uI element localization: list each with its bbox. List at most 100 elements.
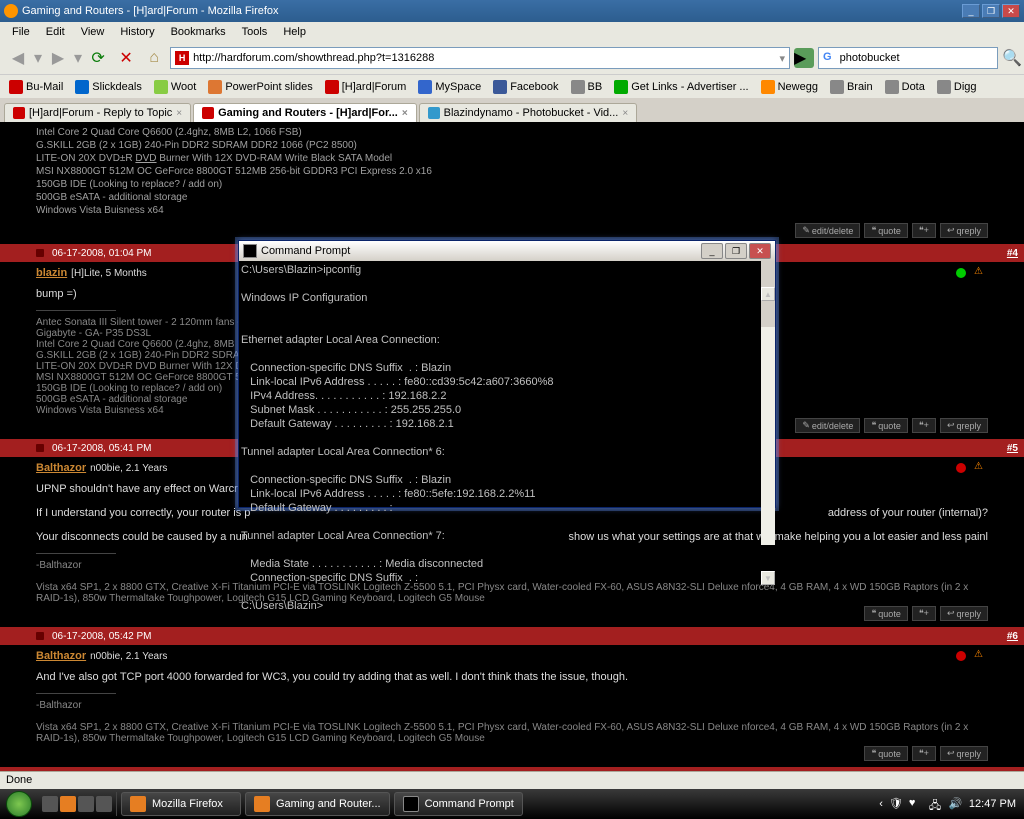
go-button[interactable]: ▶ (794, 48, 814, 68)
username-link[interactable]: Balthazor (36, 462, 86, 474)
cmd-close-button[interactable]: ✕ (749, 243, 771, 259)
post-number[interactable]: #5 (1007, 443, 1018, 454)
app-icon (254, 796, 270, 812)
menu-help[interactable]: Help (275, 26, 314, 38)
reload-button[interactable]: ⟳ (86, 46, 110, 70)
minimize-button[interactable]: _ (962, 4, 980, 18)
forward-button[interactable]: ▶ (46, 46, 70, 70)
tray-network-icon[interactable]: 🖧 (929, 797, 943, 811)
bookmark-woot[interactable]: Woot (149, 78, 201, 96)
bookmark-bumail[interactable]: Bu-Mail (4, 78, 68, 96)
back-button[interactable]: ◀ (6, 46, 30, 70)
taskbar-gaming[interactable]: Gaming and Router... (245, 792, 390, 816)
maximize-button[interactable]: ❐ (982, 4, 1000, 18)
status-bar: Done (0, 771, 1024, 789)
menu-bookmarks[interactable]: Bookmarks (163, 26, 234, 38)
report-icon[interactable]: ⚠ (974, 266, 988, 280)
cmd-titlebar[interactable]: Command Prompt _ ❐ ✕ (239, 241, 775, 261)
qreply-button[interactable]: ↩ qreply (940, 418, 988, 433)
tray-icon[interactable]: 🛡 (889, 797, 903, 811)
cmd-title-text: Command Prompt (261, 245, 699, 257)
bm-icon (418, 80, 432, 94)
bookmark-brain[interactable]: Brain (825, 78, 878, 96)
offline-icon (956, 651, 966, 661)
tab-close-icon[interactable]: × (622, 108, 628, 119)
back-dropdown-icon[interactable]: ▾ (34, 48, 42, 68)
bookmark-facebook[interactable]: Facebook (488, 78, 563, 96)
ql-icon[interactable] (42, 796, 58, 812)
menu-view[interactable]: View (73, 26, 113, 38)
cmd-minimize-button[interactable]: _ (701, 243, 723, 259)
edit-button[interactable]: ✎ edit/delete (795, 418, 860, 433)
tab-icon (13, 107, 25, 119)
bookmark-slickdeals[interactable]: Slickdeals (70, 78, 147, 96)
tab-close-icon[interactable]: × (402, 108, 408, 119)
user-rank: n00bie, 2.1 Years (90, 651, 167, 662)
tray-volume-icon[interactable]: 🔊 (949, 797, 963, 811)
tab-icon (202, 107, 214, 119)
url-bar[interactable]: H http://hardforum.com/showthread.php?t=… (170, 47, 790, 69)
cmd-scrollbar[interactable]: ▲ ▼ (761, 261, 775, 507)
qreply-button[interactable]: ↩ qreply (940, 746, 988, 761)
quote-button[interactable]: ❝ quote (864, 746, 907, 761)
menu-file[interactable]: File (4, 26, 38, 38)
scroll-track[interactable] (761, 327, 775, 545)
multi-quote-button[interactable]: ❝+ (912, 223, 936, 238)
command-prompt-window[interactable]: Command Prompt _ ❐ ✕ C:\Users\Blazin>ipc… (238, 240, 776, 508)
bookmark-dota[interactable]: Dota (880, 78, 930, 96)
menu-history[interactable]: History (112, 26, 162, 38)
tray-icon[interactable]: ♥ (909, 797, 923, 811)
edit-button[interactable]: ✎ edit/delete (795, 223, 860, 238)
menu-edit[interactable]: Edit (38, 26, 73, 38)
tab-close-icon[interactable]: × (176, 108, 182, 119)
tab-photobucket[interactable]: Blazindynamo - Photobucket - Vid...× (419, 103, 638, 122)
home-button[interactable]: ⌂ (142, 46, 166, 70)
multi-quote-button[interactable]: ❝+ (912, 418, 936, 433)
ql-icon[interactable] (78, 796, 94, 812)
search-go-icon[interactable]: 🔍 (1002, 48, 1018, 68)
scroll-up-icon[interactable]: ▲ (761, 287, 775, 301)
taskbar-firefox[interactable]: Mozilla Firefox (121, 792, 241, 816)
bookmark-digg[interactable]: Digg (932, 78, 982, 96)
ql-icon[interactable] (96, 796, 112, 812)
multi-quote-button[interactable]: ❝+ (912, 606, 936, 621)
bookmark-bb[interactable]: BB (566, 78, 608, 96)
url-dropdown-icon[interactable]: ▾ (779, 52, 785, 65)
close-button[interactable]: ✕ (1002, 4, 1020, 18)
bookmark-newegg[interactable]: Newegg (756, 78, 823, 96)
qreply-button[interactable]: ↩ qreply (940, 606, 988, 621)
bookmark-getlinks[interactable]: Get Links - Advertiser ... (609, 78, 753, 96)
scroll-down-icon[interactable]: ▼ (761, 571, 775, 585)
clock[interactable]: 12:47 PM (969, 798, 1016, 810)
username-link[interactable]: Balthazor (36, 650, 86, 662)
bm-icon (75, 80, 89, 94)
search-box[interactable]: G (818, 47, 998, 69)
cmd-output[interactable]: C:\Users\Blazin>ipconfig Windows IP Conf… (239, 261, 775, 507)
bm-icon (830, 80, 844, 94)
bookmark-ppt[interactable]: PowerPoint slides (203, 78, 317, 96)
username-link[interactable]: blazin (36, 267, 67, 279)
status-text: Done (6, 774, 32, 786)
ql-firefox-icon[interactable] (60, 796, 76, 812)
multi-quote-button[interactable]: ❝+ (912, 746, 936, 761)
cmd-maximize-button[interactable]: ❐ (725, 243, 747, 259)
tab-gaming-routers[interactable]: Gaming and Routers - [H]ard|For...× (193, 103, 417, 122)
quote-button[interactable]: ❝ quote (864, 606, 907, 621)
quote-button[interactable]: ❝ quote (864, 223, 907, 238)
report-icon[interactable]: ⚠ (974, 461, 988, 475)
fwd-dropdown-icon[interactable]: ▾ (74, 48, 82, 68)
qreply-button[interactable]: ↩ qreply (940, 223, 988, 238)
start-button[interactable] (0, 789, 38, 819)
post-number[interactable]: #6 (1007, 631, 1018, 642)
bookmark-myspace[interactable]: MySpace (413, 78, 486, 96)
menu-tools[interactable]: Tools (234, 26, 276, 38)
stop-button[interactable]: ✕ (114, 46, 138, 70)
post-number[interactable]: #4 (1007, 248, 1018, 259)
tray-expand-icon[interactable]: ‹ (879, 798, 883, 810)
search-input[interactable] (840, 52, 993, 64)
tab-reply[interactable]: [H]ard|Forum - Reply to Topic× (4, 103, 191, 122)
taskbar-cmd[interactable]: Command Prompt (394, 792, 523, 816)
quote-button[interactable]: ❝ quote (864, 418, 907, 433)
report-icon[interactable]: ⚠ (974, 649, 988, 663)
bookmark-hardforum[interactable]: [H]ard|Forum (320, 78, 412, 96)
